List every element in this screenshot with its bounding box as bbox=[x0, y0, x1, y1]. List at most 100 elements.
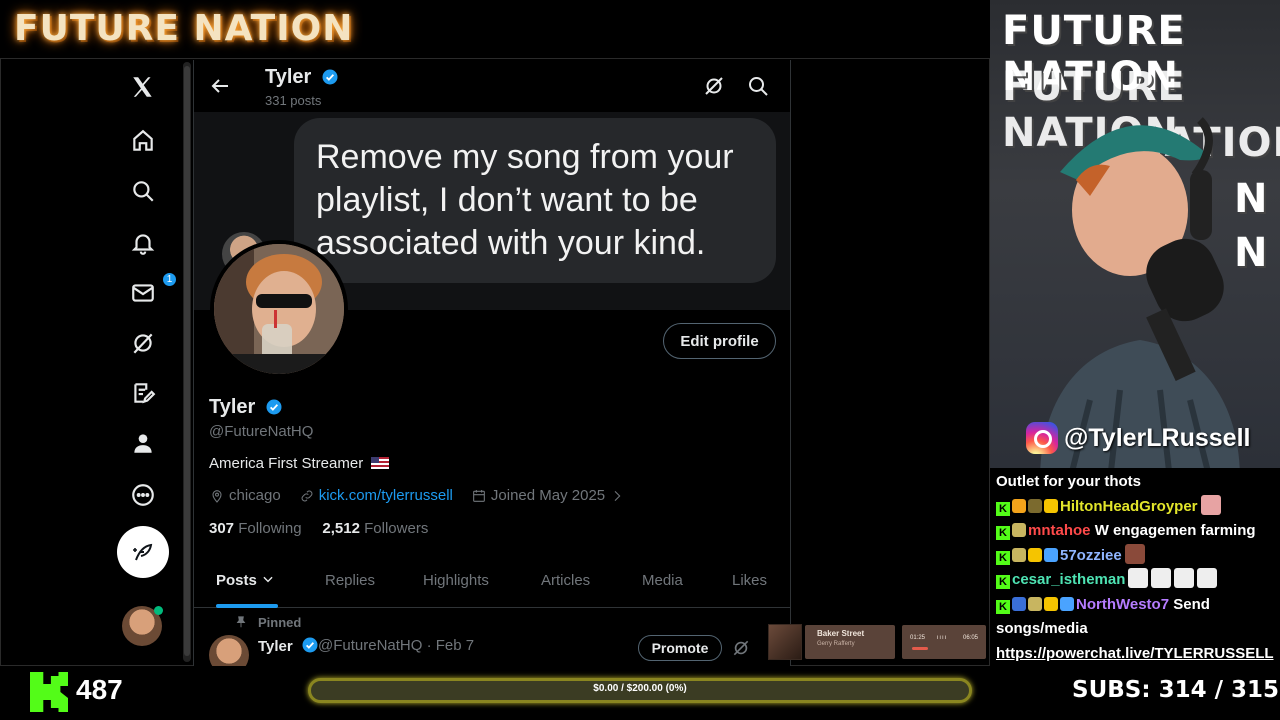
tab-highlights[interactable]: Highlights bbox=[423, 572, 489, 589]
online-status-dot bbox=[154, 606, 163, 615]
location-pin-icon bbox=[212, 489, 222, 503]
track-artist: Gerry Rafferty bbox=[817, 641, 855, 647]
search-icon[interactable] bbox=[128, 176, 158, 206]
tab-articles[interactable]: Articles bbox=[541, 572, 590, 589]
album-art bbox=[768, 624, 802, 660]
verified-badge-icon bbox=[266, 399, 282, 415]
chat-username[interactable]: mntahoe bbox=[1028, 522, 1091, 539]
crown-badge-icon bbox=[1028, 547, 1042, 562]
track-time: 01:25 ıııı 06:05 bbox=[902, 625, 986, 659]
compose-post-button[interactable] bbox=[117, 526, 169, 578]
tab-replies[interactable]: Replies bbox=[325, 572, 375, 589]
webcam-panel: FUTURE NATION FUTURE NATION NATION N N @… bbox=[990, 0, 1280, 468]
subscriber-badge-icon bbox=[1028, 596, 1042, 611]
streamer-webcam-image bbox=[1040, 117, 1240, 468]
calendar-icon bbox=[473, 489, 485, 502]
profile-location: chicago bbox=[229, 487, 281, 504]
tab-posts[interactable]: Posts bbox=[216, 572, 275, 589]
chat-username[interactable]: HiltonHeadGroyper bbox=[1060, 498, 1198, 515]
subs-label: SUBS: bbox=[1072, 677, 1151, 703]
donation-goal-text: $0.00 / $200.00 (0%) bbox=[593, 683, 687, 694]
back-arrow-icon[interactable] bbox=[208, 74, 232, 98]
verified-badge-icon bbox=[322, 69, 338, 85]
chat-message: Kmntahoe W engagemen farming bbox=[996, 519, 1280, 544]
waveform-icon: ıııı bbox=[936, 635, 948, 641]
crown-badge-icon bbox=[1044, 596, 1058, 611]
crown-badge-icon bbox=[1044, 498, 1058, 513]
instagram-handle: @TylerLRussell bbox=[1064, 423, 1251, 452]
avatar-photo bbox=[214, 244, 344, 374]
kick-badge-icon: K bbox=[996, 575, 1010, 589]
profile-bio-text: America First Streamer bbox=[209, 455, 364, 472]
emote-icon bbox=[1174, 568, 1195, 588]
following-link[interactable]: 307 Following bbox=[209, 520, 302, 537]
post-author-name-text: Tyler bbox=[258, 638, 293, 655]
tab-media[interactable]: Media bbox=[642, 572, 683, 589]
profile-meta: chicago kick.com/tylerrussell Joined May… bbox=[209, 487, 625, 504]
link-icon bbox=[301, 490, 313, 501]
badge-icon bbox=[1012, 596, 1026, 611]
kick-logo-icon bbox=[30, 672, 68, 712]
profile-joined: Joined May 2025 bbox=[490, 487, 606, 504]
kick-badge-icon: K bbox=[996, 526, 1010, 540]
kick-badge-icon: K bbox=[996, 501, 1010, 516]
scrollbar-thumb[interactable] bbox=[184, 66, 190, 656]
chevron-down-icon bbox=[263, 576, 273, 583]
post-avatar[interactable] bbox=[209, 635, 249, 666]
mail-icon[interactable]: 1 bbox=[128, 272, 177, 308]
profile-header-bar: Tyler 331 posts bbox=[194, 60, 790, 112]
verified-badge-icon bbox=[302, 637, 318, 653]
bell-icon[interactable] bbox=[128, 228, 158, 258]
header-name: Tyler bbox=[265, 66, 339, 89]
profile-avatar[interactable] bbox=[210, 240, 348, 378]
search-icon[interactable] bbox=[746, 74, 770, 98]
followers-link[interactable]: 2,512 Followers bbox=[322, 520, 428, 537]
profile-column: Tyler 331 posts Remove my song from your… bbox=[193, 60, 791, 666]
banner-message-bubble: Remove my song from your playlist, I don… bbox=[294, 118, 776, 283]
subscriber-badge-icon bbox=[1028, 498, 1042, 513]
gold-badge-icon bbox=[1012, 498, 1026, 513]
post-author-name[interactable]: Tyler bbox=[258, 636, 319, 655]
sword-badge-icon bbox=[1060, 596, 1074, 611]
tab-likes[interactable]: Likes bbox=[732, 572, 767, 589]
sword-badge-icon bbox=[1044, 547, 1058, 562]
emote-icon bbox=[1197, 568, 1218, 588]
emote-icon bbox=[1124, 543, 1145, 564]
feather-icon bbox=[133, 543, 153, 561]
subscriber-badge-icon bbox=[1012, 523, 1026, 537]
header-name-text: Tyler bbox=[265, 66, 312, 88]
tab-posts-label: Posts bbox=[216, 572, 257, 589]
profile-icon[interactable] bbox=[128, 428, 158, 458]
grok-icon[interactable] bbox=[702, 74, 726, 98]
profile-name-text: Tyler bbox=[209, 396, 256, 418]
instagram-icon bbox=[1026, 422, 1058, 454]
chat-link[interactable]: https://powerchat.live/TYLERRUSSELL bbox=[996, 642, 1280, 667]
profile-handle: @FutureNatHQ bbox=[209, 423, 314, 440]
home-icon[interactable] bbox=[128, 126, 158, 156]
subs-value: 314 / 315 bbox=[1158, 677, 1279, 703]
chat-text: W engagemen farming bbox=[1094, 522, 1256, 539]
grok-icon[interactable] bbox=[128, 328, 158, 358]
follow-stats: 307 Following 2,512 Followers bbox=[209, 520, 428, 537]
grok-icon[interactable] bbox=[731, 638, 751, 658]
emote-icon bbox=[1151, 568, 1172, 588]
more-icon[interactable] bbox=[128, 480, 158, 510]
chat-message: K NorthWesto7 Send songs/media bbox=[996, 593, 1280, 642]
x-logo-icon[interactable] bbox=[128, 72, 158, 102]
active-tab-indicator bbox=[216, 604, 278, 608]
stream-title: FUTURE NATION bbox=[14, 8, 354, 49]
kick-viewer-count: 487 bbox=[76, 674, 123, 705]
chat-message: K 57ozziee bbox=[996, 543, 1280, 569]
subs-counter: SUBS: 314 / 315 bbox=[1072, 677, 1279, 703]
chat-username[interactable]: 57ozziee bbox=[1060, 547, 1122, 564]
profile-link[interactable]: kick.com/tylerrussell bbox=[319, 487, 453, 504]
profile-name: Tyler bbox=[209, 396, 283, 419]
edit-note-icon[interactable] bbox=[128, 378, 158, 408]
now-playing-widget: Baker Street Gerry Rafferty 01:25 ıııı 0… bbox=[768, 624, 986, 660]
edit-profile-button[interactable]: Edit profile bbox=[663, 323, 776, 359]
promote-button[interactable]: Promote bbox=[638, 635, 722, 661]
chevron-right-icon[interactable] bbox=[609, 488, 625, 504]
chat-username[interactable]: cesar_istheman bbox=[1012, 571, 1125, 588]
chat-username[interactable]: NorthWesto7 bbox=[1076, 596, 1169, 613]
kick-badge-icon: K bbox=[996, 550, 1010, 565]
